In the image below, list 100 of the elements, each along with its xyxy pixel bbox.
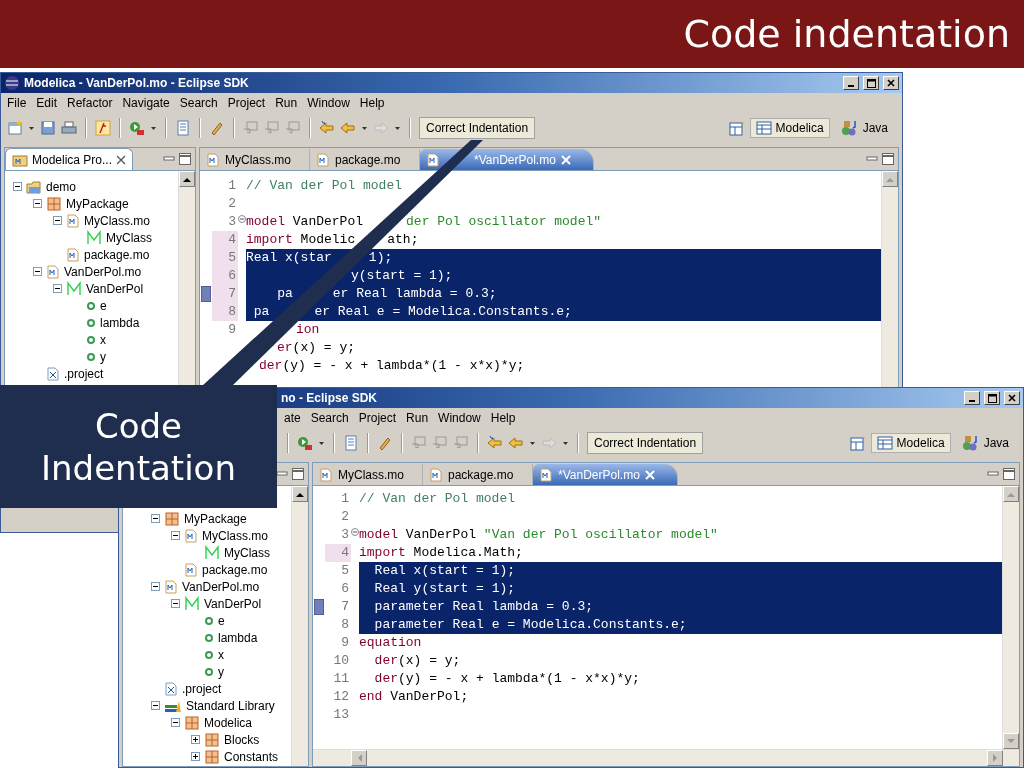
document-icon[interactable] [175, 120, 191, 136]
fold-icon[interactable] [351, 528, 359, 536]
back-arrow-icon[interactable] [487, 435, 503, 451]
menu-item[interactable]: Run [406, 411, 429, 425]
tree-item[interactable]: VanDerPol [204, 596, 262, 611]
menu-item[interactable]: Help [490, 411, 516, 425]
editor-tab[interactable]: package.mo [423, 464, 533, 485]
run-icon[interactable] [297, 435, 313, 451]
new-file-icon[interactable] [7, 120, 23, 136]
tree-item[interactable]: Constants [224, 749, 279, 764]
tree-item[interactable]: MyPackage [184, 511, 247, 526]
maximize-icon[interactable] [882, 153, 894, 165]
tree-item[interactable]: x [218, 647, 224, 662]
back-arrow-icon[interactable] [340, 120, 356, 136]
menu-item[interactable]: Help [359, 96, 385, 110]
close-button[interactable] [1004, 391, 1020, 405]
maximize-icon[interactable] [179, 153, 191, 165]
editor-tab[interactable]: MyClass.mo [200, 149, 310, 170]
tree-item[interactable]: y [100, 349, 106, 364]
document-icon[interactable] [343, 435, 359, 451]
expand-toggle-icon[interactable] [191, 752, 200, 761]
print-icon[interactable] [61, 120, 77, 136]
menu-item[interactable]: ate [284, 411, 301, 425]
maximize-button[interactable] [863, 76, 879, 90]
close-icon[interactable] [116, 154, 127, 165]
minimize-icon[interactable] [276, 469, 288, 479]
maximize-icon[interactable] [292, 468, 304, 480]
open-perspective-icon[interactable] [849, 435, 866, 451]
perspective-button[interactable]: Java [834, 117, 894, 139]
menu-item[interactable]: File [7, 96, 27, 110]
menu-item[interactable]: Window [438, 411, 481, 425]
expand-toggle-icon[interactable] [151, 582, 160, 591]
tree-item[interactable]: .project [64, 366, 104, 381]
editor-tab[interactable]: MyClass.mo [313, 464, 423, 485]
view-tab[interactable]: Modelica Pro... [5, 148, 134, 170]
scrollbar[interactable] [178, 171, 195, 385]
minimize-button[interactable] [964, 391, 980, 405]
menu-item[interactable]: Project [358, 411, 397, 425]
back-arrow-icon[interactable] [319, 120, 335, 136]
scroll-up-icon[interactable] [183, 176, 191, 182]
expand-toggle-icon[interactable] [171, 599, 180, 608]
menu-item[interactable]: Window [307, 96, 350, 110]
tree-item[interactable]: MyPackage [66, 196, 129, 211]
tree-item[interactable]: MyClass [106, 230, 152, 245]
menu-item[interactable]: Navigate [122, 96, 170, 110]
expand-toggle-icon[interactable] [13, 182, 22, 191]
correct-indentation-button[interactable]: Correct Indentation [419, 117, 536, 139]
close-button[interactable] [883, 76, 899, 90]
expand-toggle-icon[interactable] [53, 284, 62, 293]
editor-tab[interactable]: package.mo [310, 149, 420, 170]
fold-icon[interactable] [238, 215, 246, 223]
expand-toggle-icon[interactable] [171, 531, 180, 540]
tree-item[interactable]: .project [182, 681, 222, 696]
expand-toggle-icon[interactable] [151, 514, 160, 523]
expand-toggle-icon[interactable] [191, 735, 200, 744]
expand-toggle-icon[interactable] [151, 701, 160, 710]
save-icon[interactable] [40, 120, 56, 136]
tree-item[interactable]: MyClass.mo [202, 528, 268, 543]
maximize-icon[interactable] [1003, 468, 1015, 480]
menu-item[interactable]: Refactor [67, 96, 113, 110]
tree-item[interactable]: package.mo [202, 562, 268, 577]
expand-toggle-icon[interactable] [33, 267, 42, 276]
tree-item[interactable]: MyClass.mo [84, 213, 150, 228]
tree-item[interactable]: VanDerPol.mo [182, 579, 260, 594]
open-perspective-icon[interactable] [728, 120, 745, 136]
tree-item[interactable]: VanDerPol [86, 281, 144, 296]
tree-item[interactable]: lambda [100, 315, 140, 330]
scrollbar[interactable] [291, 486, 308, 766]
tree-item[interactable]: e [100, 298, 107, 313]
tree-item[interactable]: Modelica [204, 715, 253, 730]
expand-toggle-icon[interactable] [171, 718, 180, 727]
menu-item[interactable]: Project [227, 96, 266, 110]
expand-toggle-icon[interactable] [53, 216, 62, 225]
menu-item[interactable]: Run [275, 96, 298, 110]
pen-icon[interactable] [377, 435, 393, 451]
scroll-up-icon[interactable] [296, 491, 304, 497]
perspective-button[interactable]: Java [955, 432, 1015, 454]
tree-item[interactable]: x [100, 332, 106, 347]
menu-item[interactable]: Search [310, 411, 349, 425]
perspective-button[interactable]: Modelica [749, 118, 830, 138]
perspective-button[interactable]: Modelica [870, 433, 951, 453]
minimize-button[interactable] [843, 76, 859, 90]
function-icon[interactable] [95, 120, 111, 136]
run-icon[interactable] [129, 120, 145, 136]
tree-item[interactable]: VanDerPol.mo [64, 264, 142, 279]
maximize-button[interactable] [984, 391, 1000, 405]
tree-item[interactable]: lambda [218, 630, 258, 645]
tree-item[interactable]: demo [46, 179, 77, 194]
expand-toggle-icon[interactable] [33, 199, 42, 208]
back-arrow-icon[interactable] [508, 435, 524, 451]
pen-icon[interactable] [209, 120, 225, 136]
tree-item[interactable]: y [218, 664, 224, 679]
tree-item[interactable]: Standard Library [186, 698, 275, 713]
tree-item[interactable]: package.mo [84, 247, 150, 262]
tree-item[interactable]: MyClass [224, 545, 270, 560]
menu-item[interactable]: Edit [36, 96, 58, 110]
scrollbar[interactable] [881, 171, 898, 387]
tree-item[interactable]: e [218, 613, 225, 628]
tree-item[interactable]: Blocks [224, 732, 260, 747]
correct-indentation-button[interactable]: Correct Indentation [587, 432, 704, 454]
